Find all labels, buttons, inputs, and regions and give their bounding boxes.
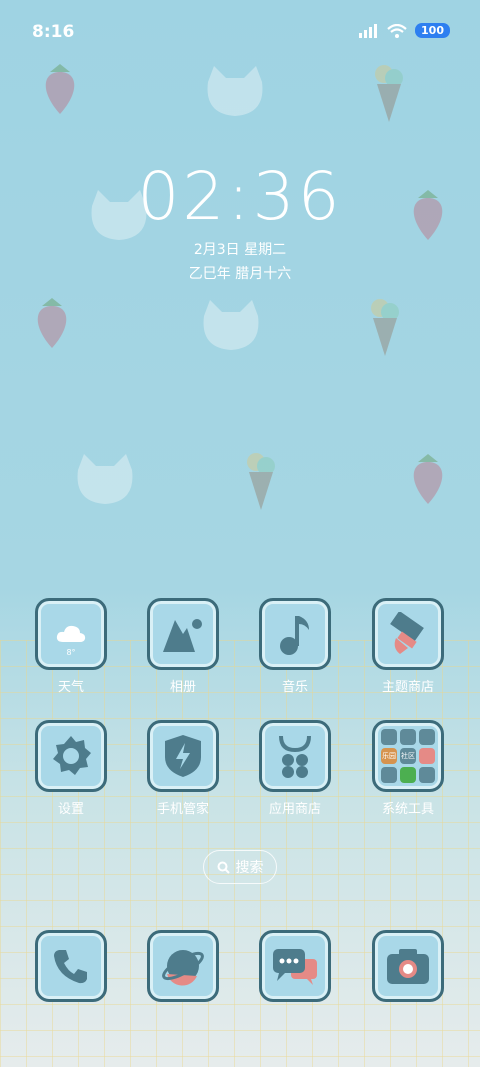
- dock-camera[interactable]: [353, 930, 463, 1002]
- app-theme-store[interactable]: 主题商店: [353, 598, 463, 695]
- icecream-decoration: [375, 65, 403, 122]
- icecream-decoration: [371, 299, 399, 356]
- music-icon-tile[interactable]: [259, 598, 331, 670]
- settings-icon-tile[interactable]: [35, 720, 107, 792]
- strawberry-decoration: [37, 298, 67, 348]
- app-label: 相册: [169, 680, 196, 695]
- music-note-icon: [280, 616, 309, 655]
- wifi-icon: [387, 23, 407, 38]
- lunar-date-text: 乙巳年 腊月十六: [188, 266, 292, 282]
- mini-app-icon: 社区: [400, 748, 416, 764]
- app-weather[interactable]: 8° 天气: [16, 598, 126, 695]
- app-store-icon: [279, 735, 311, 778]
- app-app-store[interactable]: 应用商店: [240, 720, 350, 817]
- mini-app-icon: [381, 767, 397, 783]
- app-label: 系统工具: [381, 802, 434, 817]
- status-time: 8:16: [32, 22, 75, 42]
- mini-app-icon: [400, 729, 416, 745]
- weather-temp: 8°: [66, 648, 76, 657]
- paintbrush-icon: [390, 612, 424, 654]
- folder-tile[interactable]: 乐园 社区: [372, 720, 444, 792]
- mini-app-icon: [419, 767, 435, 783]
- search-icon: [217, 861, 230, 874]
- cat-decoration: [203, 300, 259, 350]
- shield-lightning-icon: [165, 735, 201, 777]
- phone-icon-tile[interactable]: [35, 930, 107, 1002]
- status-icons: 100: [359, 23, 450, 38]
- app-label: 设置: [57, 802, 84, 817]
- app-gallery[interactable]: 相册: [128, 598, 238, 695]
- strawberry-decoration: [413, 454, 443, 504]
- search-label: 搜索: [235, 860, 264, 876]
- mini-app-icon: [400, 767, 416, 783]
- dock-browser[interactable]: [128, 930, 238, 1002]
- app-label: 主题商店: [381, 680, 434, 695]
- phone-icon: [54, 950, 87, 984]
- strawberry-decoration: [45, 64, 75, 114]
- gear-icon: [53, 736, 91, 775]
- folder-system-tools[interactable]: 乐园 社区 系统工具: [353, 720, 463, 817]
- app-label: 天气: [57, 680, 84, 695]
- status-bar: 8:16 100: [0, 22, 480, 46]
- messages-icon-tile[interactable]: [259, 930, 331, 1002]
- mini-app-icon: [419, 748, 435, 764]
- camera-icon: [387, 949, 429, 984]
- gallery-icon-tile[interactable]: [147, 598, 219, 670]
- mini-app-icon: [381, 729, 397, 745]
- browser-icon-tile[interactable]: [147, 930, 219, 1002]
- dock-messages[interactable]: [240, 930, 350, 1002]
- app-settings[interactable]: 设置: [16, 720, 126, 817]
- app-label: 应用商店: [268, 802, 321, 817]
- camera-icon-tile[interactable]: [372, 930, 444, 1002]
- icecream-decoration: [247, 453, 275, 510]
- app-music[interactable]: 音乐: [240, 598, 350, 695]
- cat-decoration: [77, 454, 133, 504]
- search-button[interactable]: 搜索: [203, 850, 277, 884]
- app-store-icon-tile[interactable]: [259, 720, 331, 792]
- folder-mini-grid: 乐园 社区: [381, 729, 435, 783]
- clock-widget[interactable]: 02:36: [0, 158, 480, 235]
- cloud-icon: [56, 625, 86, 642]
- chat-bubble-icon: [273, 949, 317, 985]
- app-label: 手机管家: [156, 802, 209, 817]
- planet-icon: [162, 950, 204, 986]
- security-icon-tile[interactable]: [147, 720, 219, 792]
- dock-phone[interactable]: [16, 930, 126, 1002]
- weather-icon-tile[interactable]: 8°: [35, 598, 107, 670]
- mini-app-icon: [419, 729, 435, 745]
- app-security[interactable]: 手机管家: [128, 720, 238, 817]
- theme-store-icon-tile[interactable]: [372, 598, 444, 670]
- mountain-icon: [163, 619, 202, 652]
- battery-indicator: 100: [415, 23, 450, 38]
- date-text: 2月3日 星期二: [193, 242, 287, 258]
- mini-app-icon: 乐园: [381, 748, 397, 764]
- app-label: 音乐: [281, 680, 308, 695]
- signal-icon: [359, 23, 378, 38]
- cat-decoration: [207, 66, 263, 116]
